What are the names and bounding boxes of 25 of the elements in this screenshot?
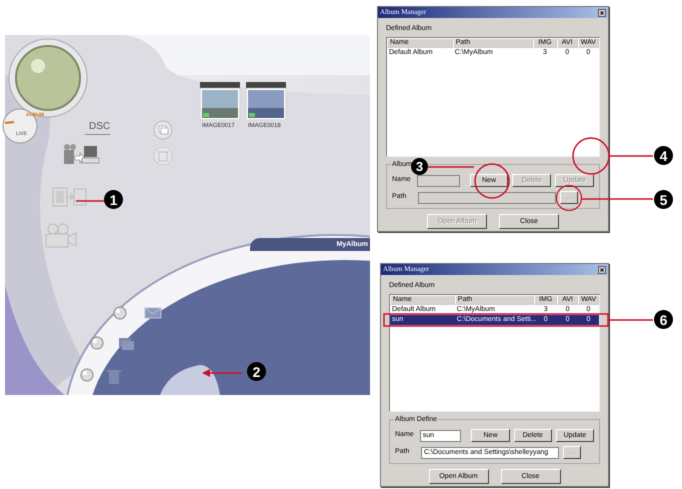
callout-number: 6 [654, 310, 673, 329]
envelope-icon[interactable] [144, 307, 162, 319]
leader-line [582, 197, 653, 201]
leader-line [609, 318, 653, 322]
device-label: DSC [85, 119, 110, 135]
copy-icon[interactable] [153, 120, 173, 140]
input-field[interactable] [417, 174, 460, 186]
callout-number: 4 [654, 146, 673, 165]
leader-line [428, 165, 474, 169]
leader-line [610, 154, 653, 158]
highlight-ring [474, 163, 510, 199]
film-to-folder-icon[interactable] [51, 185, 89, 209]
scroll-bump-drawing [160, 365, 220, 395]
lens-icon [8, 38, 88, 118]
input-field[interactable] [418, 192, 556, 204]
callout-number: 5 [654, 190, 673, 209]
photo-placeholder[interactable] [200, 82, 240, 120]
photo-placeholder[interactable] [246, 82, 286, 120]
leader-line [202, 368, 242, 378]
stack-icon[interactable] [118, 337, 135, 351]
leader-line [76, 199, 104, 203]
close-icon[interactable] [598, 266, 606, 274]
highlight-ring [556, 185, 582, 211]
close-icon[interactable] [598, 8, 606, 16]
highlight-ring [572, 137, 610, 175]
